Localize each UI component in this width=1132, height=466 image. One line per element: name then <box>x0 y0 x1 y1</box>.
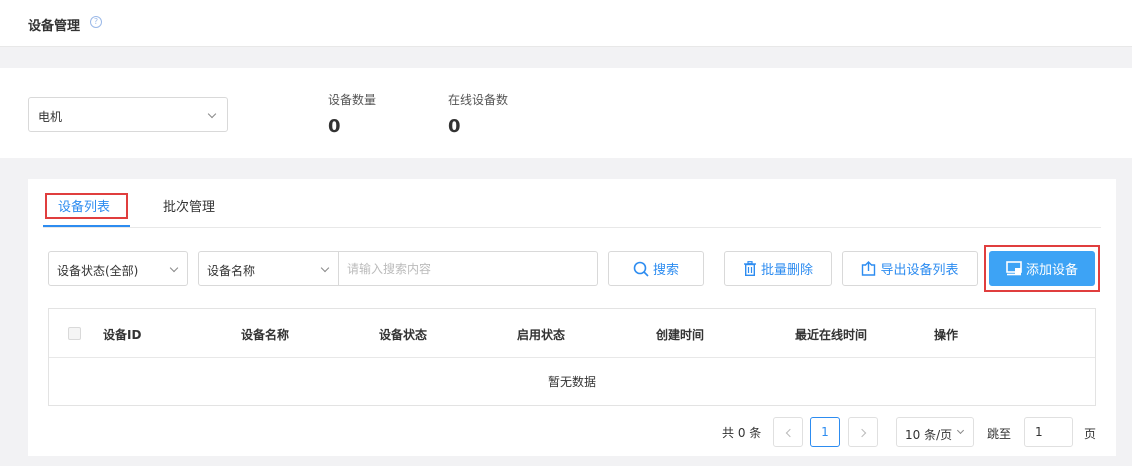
page-suffix-label: 页 <box>1084 427 1097 441</box>
column-header-actions: 操作 <box>934 328 959 342</box>
page-size-value: 10 条/页 <box>905 428 953 442</box>
field-filter-value: 设备名称 <box>207 264 256 278</box>
table-header: 设备ID 设备名称 设备状态 启用状态 创建时间 最近在线时间 操作 <box>49 309 1095 358</box>
device-add-icon <box>1006 261 1022 276</box>
page-1-button[interactable]: 1 <box>810 417 840 447</box>
page-title: 设备管理 <box>28 19 81 34</box>
online-count-stat: 在线设备数 0 <box>448 91 508 137</box>
chevron-down-icon <box>956 426 965 435</box>
chevron-left-icon <box>785 428 795 438</box>
add-device-label: 添加设备 <box>1025 263 1078 278</box>
field-filter-select[interactable]: 设备名称 <box>198 251 339 286</box>
search-icon <box>633 261 649 277</box>
select-all-checkbox[interactable] <box>68 327 81 340</box>
add-device-button[interactable]: 添加设备 <box>989 251 1095 286</box>
page-size-select[interactable]: 10 条/页 <box>896 417 974 447</box>
search-input[interactable] <box>339 251 598 286</box>
search-button-label: 搜索 <box>652 263 679 278</box>
pagination-total: 共 0 条 <box>722 426 762 440</box>
column-header-created-time[interactable]: 创建时间 <box>656 326 704 343</box>
prev-page-button[interactable] <box>773 417 803 447</box>
batch-delete-button[interactable]: 批量删除 <box>724 251 832 286</box>
device-count-stat: 设备数量 0 <box>328 91 376 137</box>
jump-to-label: 跳至 <box>987 427 1012 441</box>
product-select[interactable]: 电机 <box>28 97 228 132</box>
column-header-device-id[interactable]: 设备ID <box>103 326 141 343</box>
status-filter-select[interactable]: 设备状态(全部) <box>48 251 188 286</box>
help-icon[interactable]: ? <box>90 16 102 28</box>
status-filter-value: 设备状态(全部) <box>57 264 139 278</box>
tab-divider <box>43 227 1101 228</box>
tab-batch-management[interactable]: 批次管理 <box>163 196 215 215</box>
device-count-label: 设备数量 <box>328 93 377 107</box>
device-count-value: 0 <box>328 116 341 137</box>
chevron-down-icon <box>207 109 217 119</box>
column-header-enable-status[interactable]: 启用状态 <box>517 326 565 343</box>
column-header-device-name[interactable]: 设备名称 <box>241 326 289 343</box>
product-select-value: 电机 <box>38 110 63 124</box>
online-count-label: 在线设备数 <box>448 93 509 107</box>
export-icon <box>862 261 876 276</box>
export-label: 导出设备列表 <box>880 263 959 278</box>
export-device-list-button[interactable]: 导出设备列表 <box>842 251 978 286</box>
column-header-device-status[interactable]: 设备状态 <box>379 326 427 343</box>
chevron-down-icon <box>320 263 330 273</box>
stats-panel: 电机 设备数量 0 在线设备数 0 <box>0 68 1132 158</box>
device-table: 设备ID 设备名称 设备状态 启用状态 创建时间 最近在线时间 操作 暂无数据 <box>48 308 1096 406</box>
jump-page-input[interactable] <box>1024 417 1073 447</box>
search-button[interactable]: 搜索 <box>608 251 704 286</box>
chevron-down-icon <box>169 263 179 273</box>
batch-delete-label: 批量删除 <box>760 263 813 278</box>
empty-state-text: 暂无数据 <box>547 375 596 389</box>
column-header-last-online[interactable]: 最近在线时间 <box>795 326 867 343</box>
online-count-value: 0 <box>448 116 461 137</box>
trash-icon <box>743 261 756 276</box>
chevron-right-icon <box>857 428 867 438</box>
page-header: 设备管理 ? <box>0 0 1132 47</box>
highlight-box-tab <box>45 193 128 219</box>
device-list-panel: 设备列表 批次管理 设备状态(全部) 设备名称 搜索 批量删除 导出设备列表 添… <box>28 179 1116 456</box>
next-page-button[interactable] <box>848 417 878 447</box>
